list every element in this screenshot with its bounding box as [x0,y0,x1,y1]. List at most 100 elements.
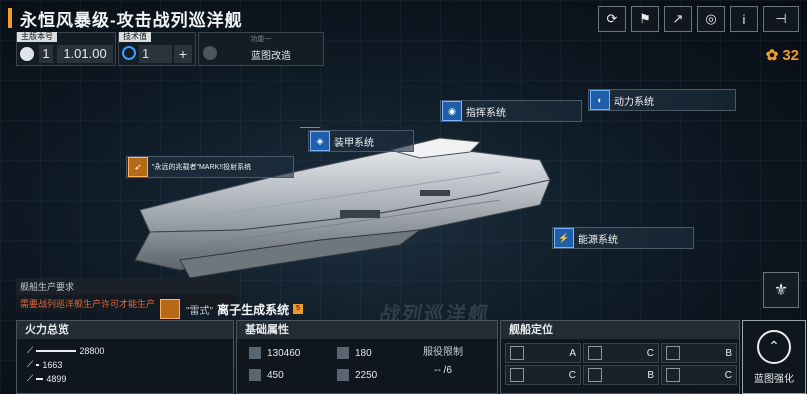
modify-text: 蓝图改造 [251,51,291,62]
generator-icon [160,299,180,319]
fire-bar-2 [36,363,40,366]
generator-prefix: "雷式" [186,305,214,317]
share-icon[interactable]: ↗ [664,6,692,32]
blueprint-strengthen-button[interactable]: ⌃ 蓝图强化 [742,320,806,394]
hp-stat: 130460 [249,347,300,359]
connector-line [300,127,320,128]
hp-value: 130460 [267,347,301,359]
fire-value-1: 28800 [79,345,105,356]
page-title: 永恒风暴级-攻击战列巡洋舰 [20,10,243,30]
currency-icon: ✿ [765,47,779,64]
position-grade-4: C [505,365,581,385]
fire-bar-3 [36,377,44,380]
launcher-system-icon: ➶ [128,157,148,177]
modify-icon [203,46,217,60]
position-grade-1: A [505,343,581,363]
chevron-up-icon: ⌃ [757,329,791,364]
currency-value: 32 [782,46,799,64]
version-box: 主版本号 1 1.01.00 [16,32,116,66]
fire-panel: 火力总览 ⟋ 28800 ⟋ 1663 ⟋ 4899 [16,320,234,394]
warp-stat: 2250 [337,369,377,381]
blueprint-modify-button[interactable]: 功能一 蓝图改造 [198,32,324,66]
grade-value: B [725,347,732,359]
hp-icon [249,347,261,359]
role-icon [510,368,524,382]
top-toolbar: ⟳ ⚑ ↗ ◎ i ⊣ [598,6,799,32]
info-icon[interactable]: i [730,6,758,32]
fire-value-3: 4899 [46,373,67,384]
command-system-label: 指挥系统 [466,107,506,119]
fire-type-icon: ⟋ [27,359,34,369]
energy-system-label: 能源系统 [578,234,618,246]
grade-value: C [724,369,732,381]
position-grade-3: B [661,343,737,363]
armor-icon [337,347,349,359]
ion-generator-button[interactable]: "雷式" 离子生成系统 5 [160,299,304,319]
view-icon[interactable]: ◎ [697,6,725,32]
service-limit-value: -- /6 [434,365,452,376]
tech-value: 1 [139,45,172,63]
speed-icon [249,369,261,381]
position-grade-6: C [661,365,737,385]
refresh-icon[interactable]: ⟳ [598,6,626,32]
version-label: 主版本号 [17,32,57,42]
flag-icon[interactable]: ⚑ [631,6,659,32]
strengthen-label: 蓝图强化 [754,373,794,385]
fire-type-icon: ⟋ [27,345,34,355]
ship-position-panel: 舰船定位 A C B C B C [500,320,740,394]
tech-box: 技术值 1 + [118,32,196,66]
service-limit-label: 服役限制 [423,347,463,358]
generator-label: 离子生成系统 [217,302,290,317]
armor-system-button[interactable]: ◈ 装甲系统 [308,130,414,152]
grade-value: B [647,369,654,381]
currency: ✿ 32 [765,46,799,65]
power-system-icon: ◐ [590,90,610,110]
base-attributes-panel: 基础属性 130460 180 450 2250 服役限制 -- /6 [236,320,498,394]
position-grade-2: C [583,343,659,363]
fire-bar-1 [36,349,77,352]
warp-value: 2250 [355,369,378,381]
fire-row-1: ⟋ 28800 [27,345,104,356]
base-title: 基础属性 [237,321,497,339]
tech-label: 技术值 [119,32,151,42]
production-header: 舰船生产要求 [16,278,236,295]
energy-system-icon: ⚡ [554,228,574,248]
command-system-button[interactable]: ◉ 指挥系统 [440,100,582,122]
warp-icon [337,369,349,381]
armor-stat: 180 [337,347,372,359]
role-icon [510,346,524,360]
tech-icon [122,46,136,60]
back-icon[interactable]: ⊣ [763,6,799,32]
title-bar: 永恒风暴级-攻击战列巡洋舰 [8,6,243,30]
launcher-system-label: "永远的兆载者"MARK!!投射系统 [152,164,252,171]
role-icon [588,346,602,360]
command-system-icon: ◉ [442,101,462,121]
fire-value-2: 1663 [42,359,63,370]
role-icon [666,346,680,360]
generator-badge: 5 [293,304,304,314]
position-title: 舰船定位 [501,321,739,339]
fire-row-2: ⟋ 1663 [27,359,62,370]
grade-value: A [569,347,576,359]
armor-system-icon: ◈ [310,131,330,151]
position-grade-5: B [583,365,659,385]
title-accent [8,8,12,28]
modify-label: 功能一 [250,36,272,43]
fire-title: 火力总览 [17,321,233,339]
grade-value: C [646,347,654,359]
grade-value: C [568,369,576,381]
version-minor: 1.01.00 [57,45,113,63]
launcher-system-button[interactable]: ➶ "永远的兆载者"MARK!!投射系统 [126,156,294,178]
tech-add-button[interactable]: + [174,45,192,63]
version-major: 1 [39,45,53,63]
speed-value: 450 [267,369,284,381]
fire-row-3: ⟋ 4899 [27,373,66,384]
energy-system-button[interactable]: ⚡ 能源系统 [552,227,694,249]
emblem-icon[interactable]: ⚜ [763,272,799,308]
armor-system-label: 装甲系统 [334,137,374,149]
speed-stat: 450 [249,369,284,381]
armor-value: 180 [355,347,372,359]
power-system-button[interactable]: ◐ 动力系统 [588,89,736,111]
power-system-label: 动力系统 [614,96,654,108]
fire-type-icon: ⟋ [27,373,34,383]
